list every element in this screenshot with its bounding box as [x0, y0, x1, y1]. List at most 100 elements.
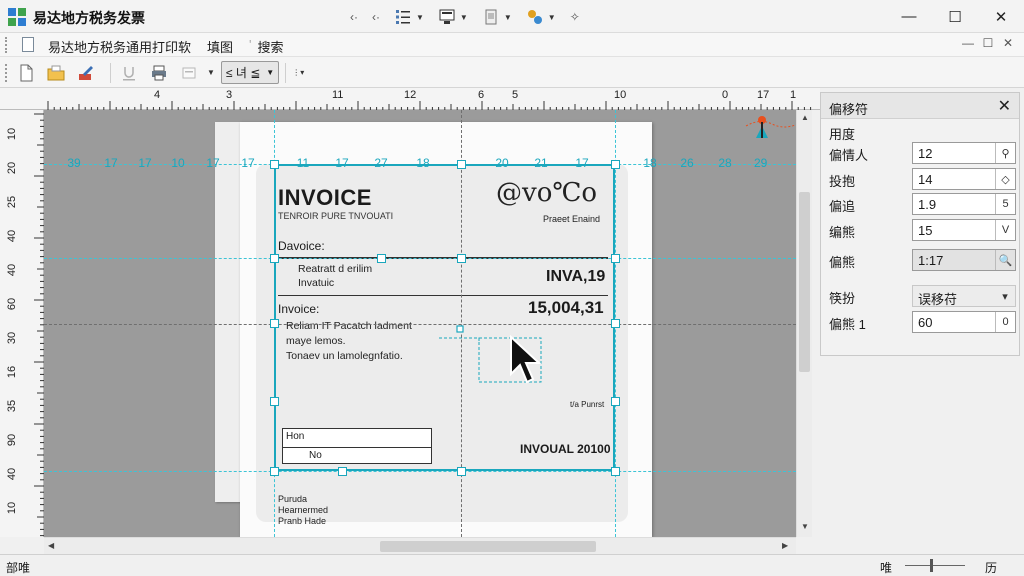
more-options-icon[interactable]: ⋮▾: [292, 68, 304, 77]
pin-button[interactable]: ✧: [570, 5, 580, 29]
property-input[interactable]: 12 ⚲: [912, 142, 1016, 164]
chevron-down-icon: ▼: [547, 12, 556, 22]
resize-handle[interactable]: [377, 254, 386, 263]
zoom-slider-track[interactable]: [905, 565, 965, 566]
close-button[interactable]: ✕: [978, 0, 1024, 33]
position-marker-icon[interactable]: [742, 112, 796, 148]
underline-icon: [123, 66, 135, 80]
scroll-right-icon[interactable]: ▶: [782, 541, 788, 550]
diamond-icon[interactable]: ◇: [995, 169, 1015, 189]
chevron-down-icon: ▼: [266, 68, 275, 77]
title-bar: 易达地方税务发票 ‹· ‹· ▼ ▼ ▼ ▼ ✧ — ☐ ✕: [0, 0, 1024, 33]
property-input[interactable]: 60 0: [912, 311, 1016, 333]
property-value: 1.9: [918, 197, 937, 212]
chevron-down-icon[interactable]: ▾: [995, 286, 1015, 306]
scroll-left-icon[interactable]: ◀: [48, 541, 54, 550]
resize-handle[interactable]: [270, 160, 279, 169]
status-right-text: 历: [985, 561, 998, 575]
ruler-label: 3: [226, 89, 233, 101]
panel-section-title: 用度: [829, 127, 856, 142]
resize-handle[interactable]: [270, 397, 279, 406]
vertical-scrollbar[interactable]: ▲ ▼: [796, 110, 812, 537]
property-row: 偏熊 1:17 🔍: [829, 249, 1017, 271]
property-input[interactable]: 1:17 🔍: [912, 249, 1016, 271]
toolbar-grip-icon: [5, 64, 8, 82]
resize-handle[interactable]: [270, 467, 279, 476]
ruler-label: 16: [6, 365, 19, 379]
resize-handle[interactable]: [270, 319, 279, 328]
property-label: 偏熊: [829, 255, 856, 270]
doc-close-button[interactable]: ✕: [998, 36, 1018, 50]
maximize-button[interactable]: ☐: [932, 0, 978, 33]
ruler-label: 11: [332, 89, 344, 101]
doc-minimize-button[interactable]: —: [958, 36, 978, 50]
scroll-up-icon[interactable]: ▲: [801, 113, 809, 122]
menu-item-search[interactable]: 搜索: [258, 37, 284, 56]
vertical-scroll-thumb[interactable]: [799, 192, 810, 372]
search-icon[interactable]: 🔍: [995, 250, 1015, 270]
panel-close-button[interactable]: ✕: [998, 96, 1011, 116]
horizontal-scroll-thumb[interactable]: [380, 541, 596, 552]
ruler-vertical[interactable]: 10 20 25 40 40 60 30 16 35 90 40 10: [0, 110, 44, 537]
toolbar-separator: [110, 62, 111, 83]
print-preview-button[interactable]: ▼: [438, 5, 468, 29]
resize-handle[interactable]: [611, 254, 620, 263]
resize-handle[interactable]: [457, 467, 466, 476]
doc-restore-button[interactable]: ☐: [978, 36, 998, 50]
property-value: 14: [918, 172, 933, 187]
page-setup-button[interactable]: ▼: [482, 5, 512, 29]
status-bar: 部唯 唯 历: [0, 554, 1024, 576]
undo-button[interactable]: ‹·: [350, 5, 358, 29]
property-label: 偏追: [829, 199, 856, 214]
minimize-button[interactable]: —: [886, 0, 932, 33]
horizontal-scrollbar[interactable]: ◀ ▶: [44, 537, 796, 554]
resize-handle[interactable]: [611, 467, 620, 476]
chevron-down-icon: ▼: [503, 12, 512, 22]
resize-handle[interactable]: [611, 397, 620, 406]
ruler-label: 4: [154, 89, 161, 101]
print-button[interactable]: [147, 61, 171, 85]
document-window-controls: — ☐ ✕: [958, 36, 1018, 50]
property-row: 投抱 14 ◇: [829, 168, 1017, 190]
app-logo-icon: [8, 8, 26, 26]
property-select[interactable]: 误移苻 ▾: [912, 285, 1016, 307]
resize-handle[interactable]: [457, 160, 466, 169]
folder-icon: [47, 65, 65, 80]
underline-button[interactable]: [117, 61, 141, 85]
menu-item-fill[interactable]: 填图: [207, 37, 233, 56]
guide-line-horizontal[interactable]: [44, 471, 796, 472]
pin-icon[interactable]: ⚲: [995, 143, 1015, 163]
edit-button[interactable]: [74, 61, 98, 85]
resize-handle[interactable]: [270, 254, 279, 263]
list-button[interactable]: ▼: [394, 5, 424, 29]
resize-handle[interactable]: [338, 467, 347, 476]
chevron-down-icon[interactable]: V: [995, 220, 1015, 240]
redo-button[interactable]: ‹·: [372, 5, 380, 29]
resize-handle[interactable]: [457, 254, 466, 263]
guide-number: 17: [206, 156, 220, 170]
property-input[interactable]: 14 ◇: [912, 168, 1016, 190]
open-button[interactable]: [44, 61, 68, 85]
chevron-down-icon[interactable]: ▼: [207, 68, 215, 77]
quick-access-toolbar: ‹· ‹· ▼ ▼ ▼ ▼ ✧: [350, 4, 594, 30]
new-button[interactable]: [14, 61, 38, 85]
property-value: 1:17: [918, 253, 944, 268]
tools-button[interactable]: ▼: [526, 5, 556, 29]
resize-handle[interactable]: [611, 160, 620, 169]
preview-button[interactable]: [177, 61, 201, 85]
property-button[interactable]: 5: [995, 194, 1015, 214]
property-button[interactable]: 0: [995, 312, 1015, 332]
ruler-horizontal[interactable]: 4 3 11 12 6 5 10 0 17 1: [0, 88, 820, 110]
design-canvas[interactable]: INVOICE TENROIR PURE TNVOUATI @vo℃o Prae…: [44, 110, 796, 537]
property-input[interactable]: 1.9 5: [912, 193, 1016, 215]
menu-item-app[interactable]: 易达地方税务通用打印软: [48, 37, 191, 56]
scroll-down-icon[interactable]: ▼: [801, 522, 809, 531]
property-input[interactable]: 15 V: [912, 219, 1016, 241]
guide-number: 39: [67, 156, 81, 170]
style-combo[interactable]: ≤ 녀 ≦ ▼: [220, 61, 280, 84]
selection-box[interactable]: [274, 164, 615, 471]
zoom-slider-thumb[interactable]: [930, 559, 933, 572]
ruler-label: 35: [6, 399, 19, 413]
resize-handle[interactable]: [611, 319, 620, 328]
property-value: 15: [918, 223, 933, 238]
